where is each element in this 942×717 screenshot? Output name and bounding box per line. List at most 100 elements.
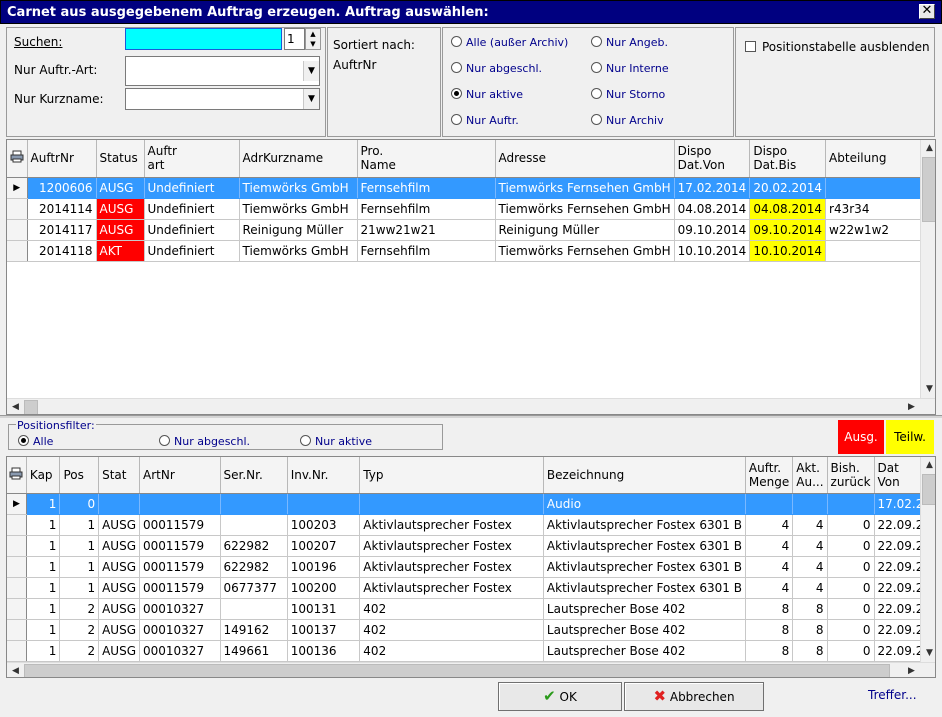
scroll-left-arrow[interactable]: ◀	[7, 663, 24, 677]
radio-circle[interactable]	[451, 62, 462, 73]
positions-column-header[interactable]: Bezeichnung	[543, 457, 746, 494]
positions-table-row[interactable]: ▶ 1 0 Audio 17.02.20	[7, 493, 935, 515]
orders-table-row[interactable]: 2014118 AKT Undefiniert Tiemwörks GmbH Ferns…	[7, 240, 935, 262]
positions-table-row[interactable]: 1 1 AUSG 00011579 622982 100207 Aktivlautsprec…	[7, 535, 935, 557]
positions-column-header[interactable]: Bish. zurück	[827, 457, 875, 494]
radio-circle[interactable]	[159, 435, 170, 446]
row-indicator[interactable]: ▶	[7, 177, 28, 199]
chevron-down-icon[interactable]: ▼	[303, 89, 319, 109]
positions-vertical-scrollbar[interactable]: ▲ ▼	[920, 457, 935, 662]
positions-column-header[interactable]: Stat	[98, 457, 140, 494]
radio-circle[interactable]	[451, 36, 462, 47]
status-radio-6[interactable]: Nur Auftr.	[451, 114, 519, 127]
splitter[interactable]	[0, 415, 942, 418]
orders-column-header[interactable]: Auftr art	[144, 140, 240, 178]
checkbox-box[interactable]	[745, 41, 756, 52]
row-indicator[interactable]	[7, 514, 27, 536]
orders-column-header[interactable]: Abteilung	[825, 140, 935, 178]
positions-table-row[interactable]: 1 1 AUSG 00011579 100203 Aktivlautsprecher Fo…	[7, 514, 935, 536]
positions-column-header[interactable]: Auftr. Menge	[745, 457, 794, 494]
position-filter-radio-1[interactable]: Nur abgeschl.	[159, 435, 250, 448]
positions-column-header[interactable]: Akt. Au...	[792, 457, 828, 494]
kurzname-select[interactable]: ▼	[125, 88, 320, 110]
positions-column-header[interactable]: Inv.Nr.	[287, 457, 361, 494]
status-radio-2[interactable]: Nur abgeschl.	[451, 62, 542, 75]
scroll-thumb[interactable]	[922, 157, 935, 222]
scroll-right-arrow[interactable]: ▶	[903, 663, 920, 677]
orders-column-header[interactable]: Status	[96, 140, 145, 178]
status-radio-3[interactable]: Nur Interne	[591, 62, 669, 75]
radio-circle[interactable]	[18, 435, 29, 446]
cancel-button[interactable]: ✖ Abbrechen	[624, 682, 764, 711]
positions-column-header[interactable]: Pos	[59, 457, 100, 494]
status-radio-4[interactable]: Nur aktive	[451, 88, 523, 101]
hide-positions-checkbox[interactable]: Positionstabelle ausblenden	[745, 40, 930, 54]
row-indicator[interactable]	[7, 240, 28, 262]
row-indicator[interactable]	[7, 619, 27, 641]
orders-column-header[interactable]: AuftrNr	[27, 140, 97, 178]
status-radio-1[interactable]: Nur Angeb.	[591, 36, 668, 49]
row-indicator[interactable]	[7, 640, 27, 662]
status-radio-5[interactable]: Nur Storno	[591, 88, 665, 101]
orders-column-header[interactable]: AdrKurzname	[239, 140, 358, 178]
scroll-up-arrow[interactable]: ▲	[921, 457, 935, 474]
orders-column-header[interactable]: Pro. Name	[357, 140, 496, 178]
scroll-down-arrow[interactable]: ▼	[921, 645, 935, 662]
radio-circle[interactable]	[451, 88, 462, 99]
radio-circle[interactable]	[591, 88, 602, 99]
radio-circle[interactable]	[591, 62, 602, 73]
orders-table-row[interactable]: 2014114 AUSG Undefiniert Tiemwörks GmbH Fern…	[7, 198, 935, 220]
printer-icon[interactable]	[10, 150, 24, 163]
row-indicator[interactable]	[7, 219, 28, 241]
row-indicator[interactable]: ▶	[7, 493, 27, 515]
orders-column-header[interactable]: Adresse	[495, 140, 675, 178]
orders-table-row[interactable]: 2014117 AUSG Undefiniert Reinigung Müller 21…	[7, 219, 935, 241]
position-filter-radio-0[interactable]: Alle	[18, 435, 53, 448]
orders-column-header[interactable]: Dispo Dat.Von	[674, 140, 751, 178]
row-indicator[interactable]	[7, 198, 28, 220]
auftr-art-select[interactable]: ▼	[125, 56, 320, 86]
chevron-down-icon[interactable]: ▼	[303, 61, 319, 81]
search-count-stepper[interactable]: ▲ ▼	[305, 28, 321, 50]
scroll-thumb[interactable]	[922, 474, 935, 505]
search-count-input[interactable]: 1	[284, 28, 305, 50]
positions-table-row[interactable]: 1 1 AUSG 00011579 0677377 100200 Aktivlautspre…	[7, 577, 935, 599]
positions-table-row[interactable]: 1 2 AUSG 00010327 149162 100137 402 Lautspreche…	[7, 619, 935, 641]
radio-circle[interactable]	[591, 36, 602, 47]
positions-column-header[interactable]: Ser.Nr.	[220, 457, 288, 494]
scroll-right-arrow[interactable]: ▶	[903, 399, 920, 414]
orders-horizontal-scrollbar[interactable]: ◀ ▶	[7, 398, 935, 414]
scroll-thumb[interactable]	[24, 400, 38, 414]
positions-table-row[interactable]: 1 1 AUSG 00011579 622982 100196 Aktivlautsprec…	[7, 556, 935, 578]
ok-button[interactable]: ✔ OK	[498, 682, 622, 711]
search-input[interactable]	[125, 28, 282, 50]
positions-column-header[interactable]: Kap	[26, 457, 61, 494]
scroll-up-arrow[interactable]: ▲	[921, 140, 935, 157]
position-filter-radio-2[interactable]: Nur aktive	[300, 435, 372, 448]
orders-vertical-scrollbar[interactable]: ▲ ▼	[920, 140, 935, 398]
radio-circle[interactable]	[591, 114, 602, 125]
scroll-down-arrow[interactable]: ▼	[921, 381, 935, 398]
positions-table-row[interactable]: 1 2 AUSG 00010327 100131 402 Lautsprecher Bose…	[7, 598, 935, 620]
status-radio-7[interactable]: Nur Archiv	[591, 114, 664, 127]
close-button[interactable]: ✕	[919, 4, 935, 19]
scroll-thumb[interactable]	[24, 664, 890, 677]
status-radio-0[interactable]: Alle (außer Archiv)	[451, 36, 568, 49]
orders-column-header[interactable]: Dispo Dat.Bis	[749, 140, 827, 178]
positions-column-header[interactable]: Typ	[359, 457, 544, 494]
radio-circle[interactable]	[300, 435, 311, 446]
row-indicator[interactable]	[7, 556, 27, 578]
row-indicator[interactable]	[7, 598, 27, 620]
positions-column-header[interactable]: ArtNr	[139, 457, 221, 494]
orders-table-row[interactable]: ▶ 1200606 AUSG Undefiniert Tiemwörks GmbH Fer…	[7, 177, 935, 199]
row-indicator[interactable]	[7, 535, 27, 557]
printer-button[interactable]	[7, 457, 27, 494]
hits-link[interactable]: Treffer...	[868, 688, 917, 702]
row-indicator[interactable]	[7, 577, 27, 599]
positions-table-row[interactable]: 1 2 AUSG 00010327 149661 100136 402 Lautspreche…	[7, 640, 935, 662]
scroll-left-arrow[interactable]: ◀	[7, 399, 24, 414]
radio-circle[interactable]	[451, 114, 462, 125]
positions-horizontal-scrollbar[interactable]: ◀ ▶	[7, 662, 935, 677]
printer-button[interactable]	[7, 140, 28, 178]
printer-icon[interactable]	[9, 467, 23, 480]
